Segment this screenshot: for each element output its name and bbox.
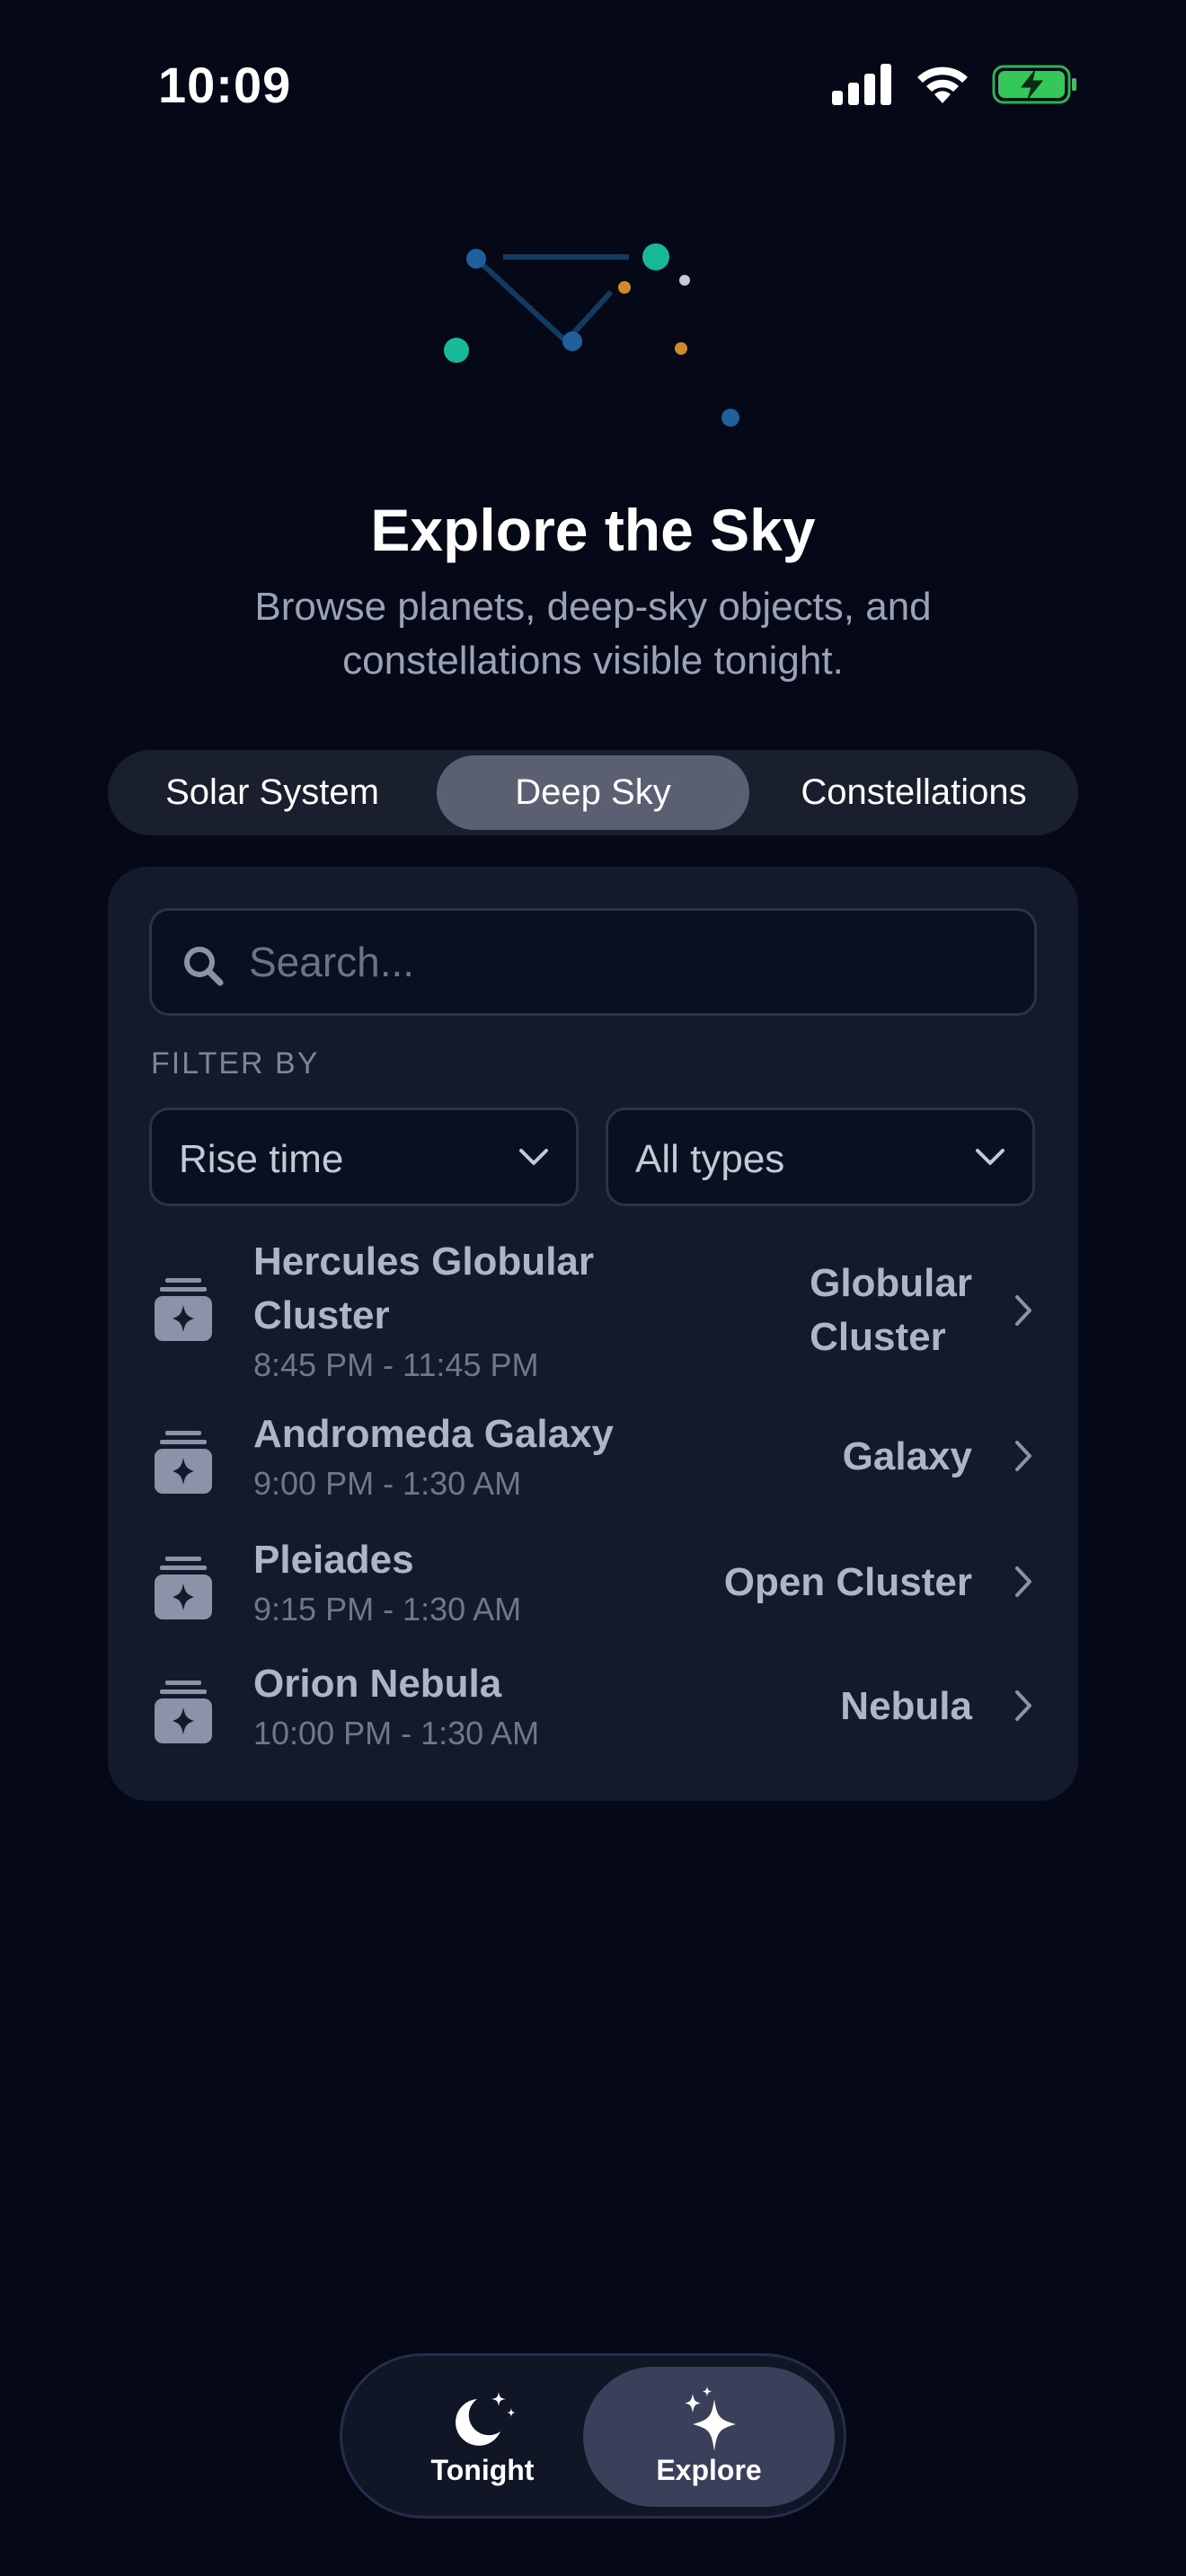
list-item-orion[interactable]: Orion Nebula 10:00 PM - 1:30 AM Nebula — [108, 1646, 1078, 1772]
object-rise-time: 10:00 PM - 1:30 AM — [253, 1715, 540, 1751]
tab-explore-label: Explore — [656, 2454, 762, 2486]
object-rise-time: 8:45 PM - 11:45 PM — [253, 1346, 539, 1383]
status-icons — [832, 63, 1078, 106]
object-name: Hercules Globular Cluster — [253, 1239, 595, 1337]
object-type: Open Cluster — [723, 1560, 972, 1604]
segment-solar-system[interactable]: Solar System — [113, 755, 431, 830]
sparkles-icon — [685, 2386, 736, 2451]
page-title: Explore the Sky — [370, 497, 816, 563]
chevron-right-icon — [1015, 1566, 1031, 1597]
page-subtitle: Browse planets, deep-sky objects, and co… — [254, 585, 932, 683]
type-dropdown-value: All types — [635, 1137, 785, 1181]
object-name: Andromeda Galaxy — [253, 1412, 615, 1456]
battery-charging-icon — [992, 65, 1076, 104]
search-icon — [184, 947, 224, 986]
status-time: 10:09 — [158, 57, 292, 113]
list-item-andromeda[interactable]: Andromeda Galaxy 9:00 PM - 1:30 AM Galax… — [108, 1397, 1078, 1522]
tab-tonight[interactable]: Tonight — [357, 2367, 608, 2507]
chevron-down-icon — [519, 1149, 548, 1165]
deep-sky-object-icon — [155, 1431, 212, 1494]
wifi-icon — [917, 66, 968, 103]
segment-deep-sky[interactable]: Deep Sky — [437, 755, 749, 830]
filter-by-label: FILTER BY — [151, 1046, 320, 1081]
object-rise-time: 9:00 PM - 1:30 AM — [253, 1465, 522, 1502]
segment-constellations[interactable]: Constellations — [755, 755, 1073, 830]
search-input[interactable] — [249, 911, 1013, 1013]
tab-explore[interactable]: Explore — [583, 2367, 835, 2507]
object-name: Orion Nebula — [253, 1662, 502, 1706]
status-bar: 10:09 — [0, 0, 1186, 171]
object-type: Globular Cluster — [810, 1261, 972, 1359]
screen: 10:09 Explore the Sky Browse planets, de… — [0, 0, 1186, 2576]
list-item-hercules[interactable]: Hercules Globular Cluster 8:45 PM - 11:4… — [108, 1226, 1078, 1397]
chevron-right-icon — [1015, 1690, 1031, 1721]
object-type: Nebula — [840, 1684, 972, 1728]
search-box — [149, 908, 1037, 1016]
chevron-right-icon — [1015, 1295, 1031, 1326]
category-segmented-control: Solar System Deep Sky Constellations — [108, 750, 1078, 835]
object-rise-time: 9:15 PM - 1:30 AM — [253, 1591, 522, 1628]
tab-tonight-label: Tonight — [430, 2454, 535, 2486]
chevron-right-icon — [1015, 1441, 1031, 1471]
type-dropdown[interactable]: All types — [606, 1107, 1035, 1206]
object-name: Pleiades — [253, 1538, 414, 1582]
constellation-illustration — [444, 243, 739, 427]
signal-icon — [832, 64, 891, 105]
sort-dropdown[interactable]: Rise time — [149, 1107, 579, 1206]
sort-dropdown-value: Rise time — [179, 1137, 344, 1181]
object-type: Galaxy — [842, 1434, 972, 1478]
chevron-down-icon — [976, 1149, 1005, 1165]
deep-sky-object-icon — [155, 1681, 212, 1743]
deep-sky-object-icon — [155, 1278, 212, 1341]
list-item-pleiades[interactable]: Pleiades 9:15 PM - 1:30 AM Open Cluster — [108, 1522, 1078, 1648]
tab-bar: Tonight Explore — [340, 2353, 846, 2519]
objects-card: FILTER BY Rise time All types — [108, 867, 1078, 1801]
moon-stars-icon — [456, 2392, 516, 2446]
deep-sky-object-icon — [155, 1557, 212, 1619]
